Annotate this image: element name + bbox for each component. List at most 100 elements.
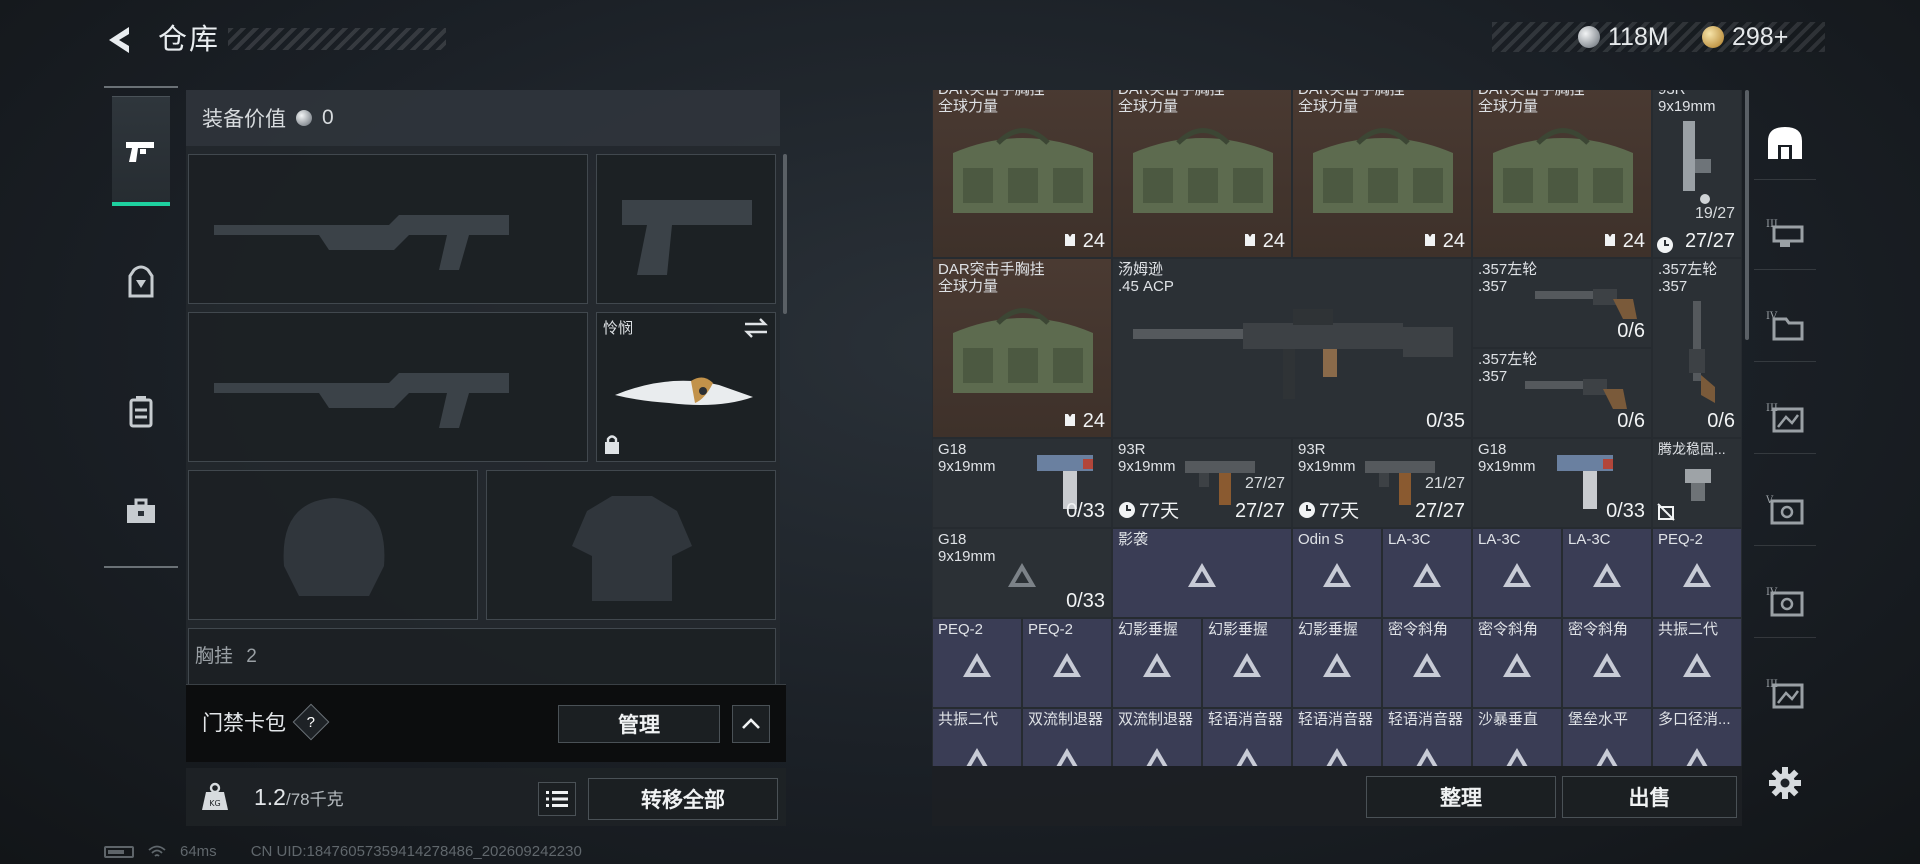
primary-weapon-slot[interactable] [188, 154, 588, 304]
image-level-3b-icon: III [1766, 679, 1804, 709]
tab-backpack[interactable] [112, 226, 170, 336]
stash-item[interactable]: 双流制退器 [1112, 708, 1202, 766]
keycard-title-text: 门禁卡包 [202, 712, 286, 735]
item-name: 堡垒水平 [1568, 711, 1629, 728]
sell-button[interactable]: 出售 [1562, 776, 1737, 818]
stash-item[interactable]: G18 9x19mm 0/33 [932, 438, 1112, 528]
filter-safe-5[interactable]: V [1754, 470, 1816, 546]
stash-item[interactable]: 幻影垂握 [1202, 618, 1292, 708]
stash-item[interactable]: PEQ-2 [1652, 528, 1742, 618]
no-sell-icon [1657, 503, 1675, 521]
currency-gold[interactable]: 298+ [1702, 22, 1788, 52]
equipment-scrollbar[interactable] [783, 154, 787, 314]
item-count: 27/27 [1684, 230, 1735, 252]
stash-item[interactable]: 93R 9x19mm 19/27 27/27 [1652, 90, 1742, 258]
stash-item[interactable]: G18 9x19mm 0/33 [932, 528, 1112, 618]
filter-image-3[interactable]: III [1754, 378, 1816, 454]
item-name: .357左轮 .357 [1478, 261, 1538, 295]
item-name: LA-3C [1478, 531, 1521, 548]
stash-item[interactable]: 轻语消音器 [1292, 708, 1382, 766]
armor-slot[interactable] [486, 470, 776, 620]
transfer-all-button[interactable]: 转移全部 [588, 778, 778, 820]
secondary-weapon-slot[interactable] [188, 312, 588, 462]
list-view-button[interactable] [538, 782, 576, 816]
tab-vest[interactable] [112, 356, 170, 466]
unknown-item-icon [1686, 748, 1708, 766]
item-name: 腾龙稳固... [1658, 441, 1726, 457]
stash-item[interactable]: 幻影垂握 [1112, 618, 1202, 708]
stash-item[interactable]: 轻语消音器 [1382, 708, 1472, 766]
stash-item[interactable]: 轻语消音器 [1202, 708, 1292, 766]
tab-weapons[interactable] [112, 96, 170, 206]
stash-item[interactable]: G18 9x19mm 0/33 [1472, 438, 1652, 528]
melee-slot[interactable]: 怜悯 [596, 312, 776, 462]
stash-item[interactable]: LA-3C [1382, 528, 1472, 618]
tab-toolbox[interactable] [112, 456, 170, 566]
lock-icon [605, 435, 619, 454]
filter-all[interactable] [1754, 104, 1816, 180]
stash-item[interactable]: 多口径消... [1652, 708, 1742, 766]
sort-button[interactable]: 整理 [1366, 776, 1556, 818]
currency-silver[interactable]: 118M [1578, 22, 1669, 52]
swap-icon[interactable] [743, 317, 769, 339]
item-name: 共振二代 [938, 711, 999, 728]
collapse-button[interactable] [732, 705, 770, 743]
item-ammo: 19/27 [1694, 205, 1735, 222]
stash-item[interactable]: 密令斜角 [1562, 618, 1652, 708]
settings-button[interactable] [1765, 763, 1805, 803]
stash-item[interactable]: 密令斜角 [1472, 618, 1562, 708]
unknown-item-icon [1053, 652, 1081, 677]
stash-item[interactable]: 幻影垂握 [1292, 618, 1382, 708]
stash-item[interactable]: 密令斜角 [1382, 618, 1472, 708]
item-count: 0/6 [1617, 410, 1645, 432]
stash-item[interactable]: 93R 9x19mm 27/27 77天 27/27 [1112, 438, 1292, 528]
filter-safe-4[interactable]: IV [1754, 562, 1816, 638]
stash-item[interactable]: .357左轮 .357 0/6 [1472, 258, 1652, 348]
stash-item[interactable]: 影袭 [1112, 528, 1292, 618]
stash-item[interactable]: LA-3C [1562, 528, 1652, 618]
help-button[interactable]: ? [292, 703, 330, 741]
stash-item[interactable]: PEQ-2 [932, 618, 1022, 708]
pistol-slot[interactable] [596, 154, 776, 304]
manage-button[interactable]: 管理 [558, 705, 720, 743]
stash-item[interactable]: LA-3C [1472, 528, 1562, 618]
item-name: DAR突击手胸挂 全球力量 [1118, 90, 1225, 115]
stash-item[interactable]: 沙暴垂直 [1472, 708, 1562, 766]
stash-item[interactable]: DAR突击手胸挂 全球力量 24 [1112, 90, 1292, 258]
item-name: LA-3C [1388, 531, 1431, 548]
item-name: G18 9x19mm [1478, 441, 1536, 475]
weight-value: 1.2/78千克 [254, 784, 344, 811]
item-count: 24 [1603, 230, 1645, 253]
stash-item[interactable]: DAR突击手胸挂 全球力量 24 [1472, 90, 1652, 258]
item-name: 幻影垂握 [1118, 621, 1179, 638]
filter-image-3b[interactable]: III [1754, 654, 1816, 730]
stash-item[interactable]: PEQ-2 [1022, 618, 1112, 708]
stash-item[interactable]: .357左轮 .357 0/6 [1472, 348, 1652, 438]
filter-folder-4[interactable]: IV [1754, 286, 1816, 362]
stash-item[interactable]: Odin S [1292, 528, 1382, 618]
stash-item[interactable]: DAR突击手胸挂 全球力量 24 [1292, 90, 1472, 258]
backpack-icon [128, 265, 154, 298]
stash-item[interactable]: 共振二代 [1652, 618, 1742, 708]
stash-item[interactable]: DAR突击手胸挂 全球力量 24 [932, 258, 1112, 438]
smg-icon [1133, 309, 1453, 399]
stash-item[interactable]: 93R 9x19mm 21/27 77天 27/27 [1292, 438, 1472, 528]
stash-scrollbar[interactable] [1745, 90, 1749, 340]
helmet-slot[interactable] [188, 470, 478, 620]
item-name: Odin S [1298, 531, 1344, 548]
stash-item[interactable]: 腾龙稳固... [1652, 438, 1742, 528]
filter-rail: III IV III V IV III [1754, 90, 1816, 756]
item-count: 0/35 [1426, 410, 1465, 432]
back-button[interactable] [100, 20, 140, 60]
chest-rig-section[interactable]: 胸挂 2 [188, 628, 776, 688]
stash-item[interactable]: DAR突击手胸挂 全球力量 24 [932, 90, 1112, 258]
item-name: 93R 9x19mm [1118, 441, 1176, 475]
wifi-icon [148, 845, 166, 857]
stash-item[interactable]: 共振二代 [932, 708, 1022, 766]
stash-item[interactable]: 堡垒水平 [1562, 708, 1652, 766]
stash-item[interactable]: 双流制退器 [1022, 708, 1112, 766]
stash-item[interactable]: 汤姆逊 .45 ACP 0/35 [1112, 258, 1472, 438]
filter-vest-3[interactable]: III [1754, 194, 1816, 270]
stash-item[interactable]: .357左轮 .357 0/6 [1652, 258, 1742, 438]
unknown-item-icon [1593, 652, 1621, 677]
